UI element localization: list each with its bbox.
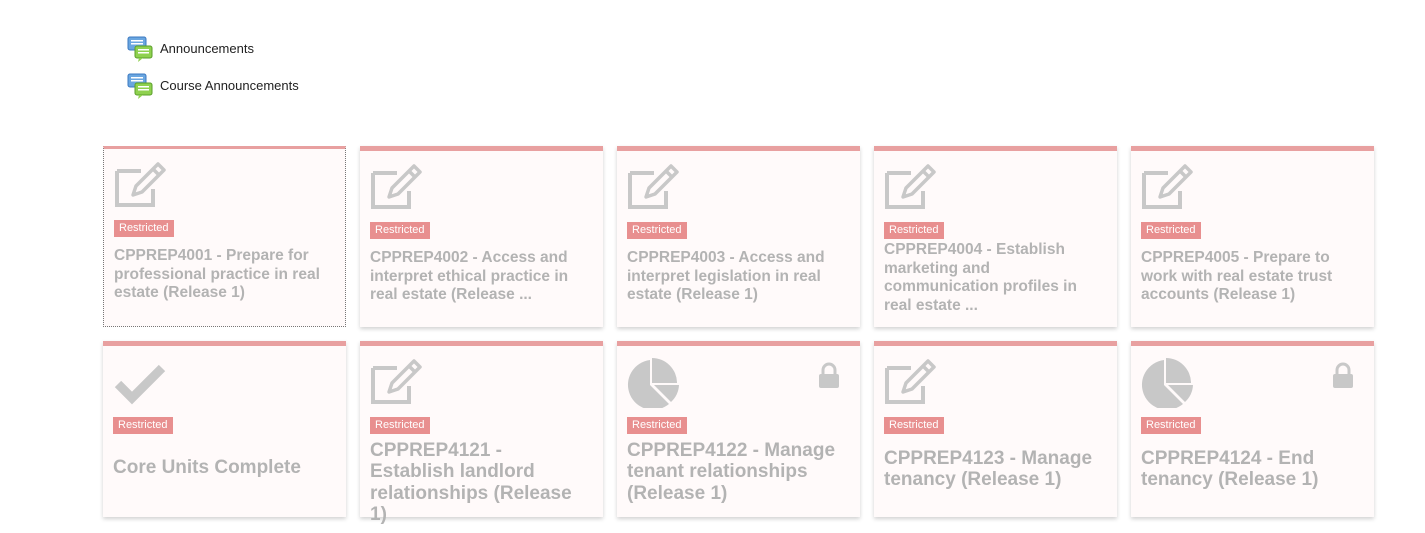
tile-cpprep4121[interactable]: Restricted CPPREP4121 - Establish landlo… [360,341,603,525]
tile-title[interactable]: CPPREP4004 - Establish marketing and com… [884,241,1105,315]
restricted-badge: Restricted [1141,222,1201,239]
tile-cpprep4124[interactable]: Restricted CPPREP4124 - End tenancy (Rel… [1131,341,1374,517]
tile-cpprep4002[interactable]: Restricted CPPREP4002 - Access and inter… [360,146,603,327]
tile-title[interactable]: CPPREP4123 - Manage tenancy (Release 1) [884,448,1105,491]
tile-cpprep4001[interactable]: Restricted CPPREP4001 - Prepare for prof… [103,146,346,327]
course-announcements-label[interactable]: Course Announcements [160,78,299,93]
checkmark-icon [114,364,166,405]
forum-icon [127,36,153,62]
tile-core-units-complete[interactable]: Restricted Core Units Complete [103,341,346,517]
announcements-list: Announcements Course Announcements [126,30,299,104]
restricted-badge: Restricted [114,220,174,237]
lock-icon [1333,362,1353,388]
edit-icon [628,164,679,209]
tile-cpprep4004[interactable]: Restricted CPPREP4004 - Establish market… [874,146,1117,327]
lock-icon [819,362,839,388]
restricted-badge: Restricted [1141,417,1201,434]
course-announcements-link[interactable]: Course Announcements [126,67,299,104]
pie-chart-icon [627,358,679,408]
announcements-label[interactable]: Announcements [160,41,254,56]
tile-title[interactable]: CPPREP4002 - Access and interpret ethica… [370,249,591,305]
edit-icon [371,164,422,209]
edit-icon [885,359,936,404]
tile-cpprep4005[interactable]: Restricted CPPREP4005 - Prepare to work … [1131,146,1374,327]
tile-title[interactable]: CPPREP4003 - Access and interpret legisl… [627,249,848,305]
tile-cpprep4122[interactable]: Restricted CPPREP4122 - Manage tenant re… [617,341,860,517]
tile-title[interactable]: CPPREP4005 - Prepare to work with real e… [1141,249,1362,305]
edit-icon [1142,164,1193,209]
tile-cpprep4003[interactable]: Restricted CPPREP4003 - Access and inter… [617,146,860,327]
restricted-badge: Restricted [113,417,173,434]
announcements-link[interactable]: Announcements [126,30,299,67]
tile-title[interactable]: Core Units Complete [113,457,334,478]
edit-icon [885,164,936,209]
restricted-badge: Restricted [627,222,687,239]
restricted-badge: Restricted [627,417,687,434]
restricted-badge: Restricted [884,417,944,434]
tile-title[interactable]: CPPREP4121 - Establish landlord relation… [370,440,591,525]
tile-cpprep4123[interactable]: Restricted CPPREP4123 - Manage tenancy (… [874,341,1117,517]
course-page: Announcements Course Announcements Restr… [0,0,1425,533]
edit-icon [115,162,166,207]
tile-title[interactable]: CPPREP4122 - Manage tenant relationships… [627,440,848,504]
tile-title[interactable]: CPPREP4124 - End tenancy (Release 1) [1141,448,1362,491]
restricted-badge: Restricted [370,417,430,434]
forum-icon [127,73,153,99]
restricted-badge: Restricted [370,222,430,239]
pie-chart-icon [1141,358,1193,408]
tile-title[interactable]: CPPREP4001 - Prepare for professional pr… [114,247,333,303]
restricted-badge: Restricted [884,222,944,239]
activity-tiles-grid: Restricted CPPREP4001 - Prepare for prof… [103,146,1374,525]
edit-icon [371,359,422,404]
